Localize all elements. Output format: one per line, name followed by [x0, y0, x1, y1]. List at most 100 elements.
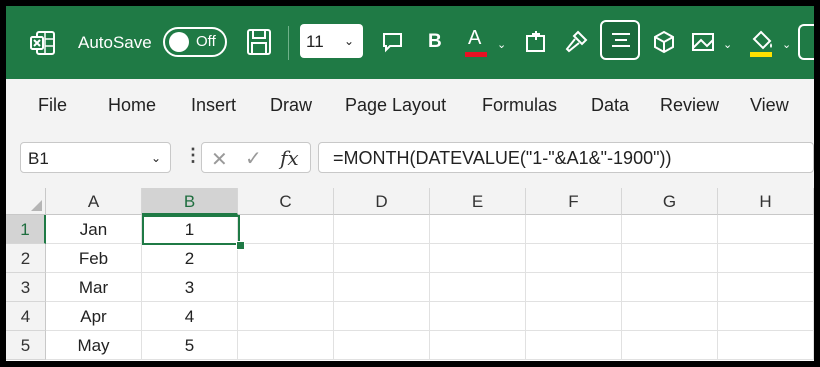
chevron-down-icon: ⌄	[151, 151, 162, 165]
formula-buttons: ✕ ✓ fx	[201, 142, 311, 173]
cell-f2[interactable]	[526, 244, 622, 273]
row-header-2[interactable]: 2	[6, 244, 46, 273]
excel-window: AutoSave Off 11 ⌄ B A ⌄ ⌄ ⌄ File Home In…	[6, 6, 814, 361]
align-center-button[interactable]	[600, 20, 640, 60]
cell-b3[interactable]: 3	[142, 273, 238, 302]
3d-model-icon[interactable]	[647, 24, 681, 60]
name-box[interactable]: B1 ⌄	[20, 142, 171, 173]
cell-d2[interactable]	[334, 244, 430, 273]
ribbon-tabs: File Home Insert Draw Page Layout Formul…	[6, 79, 814, 132]
column-header-b[interactable]: B	[142, 188, 238, 215]
tab-formulas[interactable]: Formulas	[482, 95, 557, 116]
tab-file[interactable]: File	[38, 95, 67, 116]
font-size-select[interactable]: 11 ⌄	[300, 24, 363, 58]
cell-a3[interactable]: Mar	[46, 273, 142, 302]
cell-c2[interactable]	[238, 244, 334, 273]
row-header-5[interactable]: 5	[6, 331, 46, 360]
active-cell-border	[142, 215, 240, 245]
row-header-1[interactable]: 1	[6, 215, 46, 244]
select-all-button[interactable]	[6, 188, 46, 215]
autosave-state: Off	[196, 33, 216, 50]
cell-h2[interactable]	[718, 244, 814, 273]
column-header-h[interactable]: H	[718, 188, 814, 215]
cell-a4[interactable]: Apr	[46, 302, 142, 331]
row-header-4[interactable]: 4	[6, 302, 46, 331]
tab-page-layout[interactable]: Page Layout	[345, 95, 446, 116]
formula-bar: B1 ⌄ ⋮ ✕ ✓ fx =MONTH(DATEVALUE("1-"&A1&"…	[6, 132, 814, 184]
cell-e5[interactable]	[430, 331, 526, 360]
tab-data[interactable]: Data	[591, 95, 629, 116]
cell-b5[interactable]: 5	[142, 331, 238, 360]
fill-color-icon[interactable]	[746, 24, 780, 60]
cell-e3[interactable]	[430, 273, 526, 302]
tab-home[interactable]: Home	[108, 95, 156, 116]
column-header-d[interactable]: D	[334, 188, 430, 215]
more-options-icon[interactable]: ⋮	[184, 145, 202, 166]
cell-h5[interactable]	[718, 331, 814, 360]
cell-g5[interactable]	[622, 331, 718, 360]
format-painter-icon[interactable]	[559, 24, 593, 60]
cell-d3[interactable]	[334, 273, 430, 302]
save-icon[interactable]	[246, 28, 272, 56]
cell-f3[interactable]	[526, 273, 622, 302]
cell-h3[interactable]	[718, 273, 814, 302]
column-header-g[interactable]: G	[622, 188, 718, 215]
name-box-value: B1	[28, 149, 49, 168]
cell-g2[interactable]	[622, 244, 718, 273]
cell-b2[interactable]: 2	[142, 244, 238, 273]
cell-d1[interactable]	[334, 215, 430, 244]
cell-g4[interactable]	[622, 302, 718, 331]
column-header-a[interactable]: A	[46, 188, 142, 215]
cell-g3[interactable]	[622, 273, 718, 302]
insert-function-icon[interactable]: fx	[280, 146, 299, 170]
cell-a2[interactable]: Feb	[46, 244, 142, 273]
cell-f1[interactable]	[526, 215, 622, 244]
picture-icon[interactable]	[686, 24, 720, 60]
cell-c5[interactable]	[238, 331, 334, 360]
formula-input[interactable]: =MONTH(DATEVALUE("1-"&A1&"-1900"))	[318, 142, 814, 173]
cell-d4[interactable]	[334, 302, 430, 331]
cell-c1[interactable]	[238, 215, 334, 244]
bold-icon[interactable]: B	[418, 24, 452, 60]
toolbar-divider	[288, 26, 289, 60]
cancel-icon[interactable]: ✕	[211, 147, 228, 172]
cell-b4[interactable]: 4	[142, 302, 238, 331]
column-header-f[interactable]: F	[526, 188, 622, 215]
cell-e4[interactable]	[430, 302, 526, 331]
tab-draw[interactable]: Draw	[270, 95, 312, 116]
enter-icon[interactable]: ✓	[245, 146, 262, 171]
column-header-c[interactable]: C	[238, 188, 334, 215]
insert-table-icon[interactable]	[519, 24, 553, 60]
cell-e2[interactable]	[430, 244, 526, 273]
comment-icon[interactable]	[376, 24, 410, 60]
more-icon[interactable]	[798, 24, 814, 60]
cell-f5[interactable]	[526, 331, 622, 360]
quick-access-toolbar: AutoSave Off 11 ⌄ B A ⌄ ⌄ ⌄	[6, 6, 814, 79]
row-header-3[interactable]: 3	[6, 273, 46, 302]
autosave-label: AutoSave	[78, 33, 152, 52]
chevron-down-icon[interactable]: ⌄	[497, 38, 506, 51]
chevron-down-icon[interactable]: ⌄	[782, 38, 791, 51]
cell-h4[interactable]	[718, 302, 814, 331]
cell-c4[interactable]	[238, 302, 334, 331]
excel-icon[interactable]	[30, 30, 56, 56]
autosave-toggle[interactable]: Off	[163, 27, 227, 57]
column-header-e[interactable]: E	[430, 188, 526, 215]
cell-d5[interactable]	[334, 331, 430, 360]
font-color-icon[interactable]: A	[461, 24, 495, 60]
worksheet-grid[interactable]: A B C D E F G H 1 2 3 4 5 Jan 1 Feb 2 Mar 3 Ap…	[6, 188, 814, 361]
tab-view[interactable]: View	[750, 95, 789, 116]
cell-a1[interactable]: Jan	[46, 215, 142, 244]
tab-insert[interactable]: Insert	[191, 95, 236, 116]
cell-e1[interactable]	[430, 215, 526, 244]
toggle-knob	[169, 32, 189, 52]
fill-handle[interactable]	[236, 241, 245, 250]
tab-review[interactable]: Review	[660, 95, 719, 116]
cell-h1[interactable]	[718, 215, 814, 244]
chevron-down-icon[interactable]: ⌄	[723, 38, 732, 51]
font-color-swatch	[465, 52, 487, 57]
cell-f4[interactable]	[526, 302, 622, 331]
cell-c3[interactable]	[238, 273, 334, 302]
cell-a5[interactable]: May	[46, 331, 142, 360]
cell-g1[interactable]	[622, 215, 718, 244]
